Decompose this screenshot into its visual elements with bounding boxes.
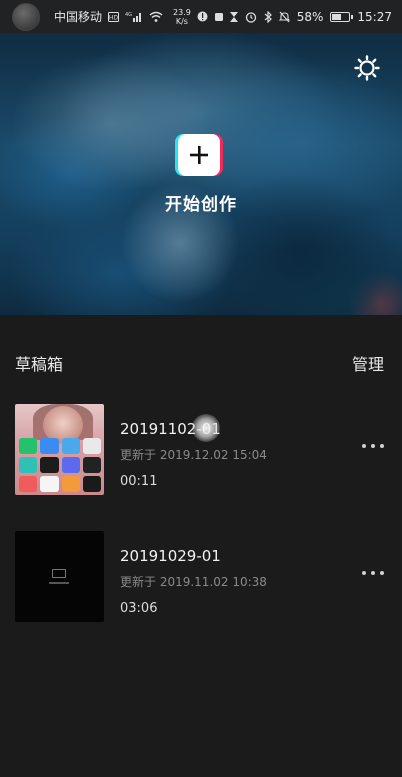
thumbnail-logo-text	[49, 582, 69, 584]
app-tile	[82, 457, 101, 473]
draft-item[interactable]: 20191029-01 更新于 2019.11.02 10:38 03:06	[0, 531, 402, 623]
hero-banner: 开始创作	[0, 33, 402, 315]
settings-icon[interactable]	[354, 55, 380, 81]
draft-updated: 更新于 2019.11.02 10:38	[120, 575, 267, 589]
create-button[interactable]	[178, 134, 220, 176]
alarm-icon	[245, 11, 256, 23]
signal-icon: 4G	[125, 12, 142, 22]
app-tile	[19, 476, 38, 492]
more-icon[interactable]	[362, 569, 384, 577]
svg-text:HD: HD	[109, 14, 119, 21]
draft-updated: 更新于 2019.12.02 15:04	[120, 448, 267, 462]
hourglass-icon	[229, 11, 238, 22]
clock: 15:27	[357, 9, 392, 24]
drafts-title: 草稿箱	[15, 355, 64, 374]
more-icon[interactable]	[362, 442, 384, 450]
network-speed: 23.9 K/s	[173, 7, 191, 26]
draft-duration: 03:06	[120, 601, 158, 616]
wifi-icon	[149, 11, 163, 22]
hd-icon: HD	[108, 11, 120, 22]
status-right: 58% 15:27	[245, 10, 392, 24]
app-tile	[40, 457, 59, 473]
draft-duration: 00:11	[120, 474, 158, 489]
mute-icon	[278, 11, 290, 22]
notification-icon	[197, 11, 208, 22]
thumbnail-app-grid	[19, 438, 101, 492]
draft-name: 20191029-01	[120, 547, 221, 565]
carrier-name: 中国移动	[54, 10, 103, 24]
app-tile	[61, 476, 80, 492]
app-tile	[19, 438, 38, 454]
bluetooth-icon	[264, 10, 272, 23]
app-tile	[40, 476, 59, 492]
status-bar: 中国移动 HD 4G 23.9 K/s 58% 15:27	[0, 0, 402, 33]
app-tile	[82, 438, 101, 454]
square-icon	[214, 12, 223, 21]
touch-indicator	[192, 414, 220, 442]
thumbnail-logo	[52, 569, 66, 578]
avatar	[12, 2, 40, 31]
create-label[interactable]: 开始创作	[0, 190, 402, 215]
app-tile	[40, 438, 59, 454]
plus-icon	[190, 146, 208, 164]
manage-button[interactable]: 管理	[352, 351, 384, 375]
svg-text:4G: 4G	[125, 12, 132, 18]
draft-thumbnail[interactable]	[15, 531, 104, 622]
app-tile	[19, 457, 38, 473]
battery-icon	[330, 11, 354, 22]
app-tile	[61, 457, 80, 473]
drafts-section-header: 草稿箱 管理	[0, 315, 402, 405]
battery-percent: 58%	[296, 9, 324, 24]
draft-thumbnail[interactable]	[15, 404, 104, 495]
app-tile	[82, 476, 101, 492]
status-icons: HD 4G 23.9 K/s	[108, 8, 238, 26]
app-tile	[61, 438, 80, 454]
